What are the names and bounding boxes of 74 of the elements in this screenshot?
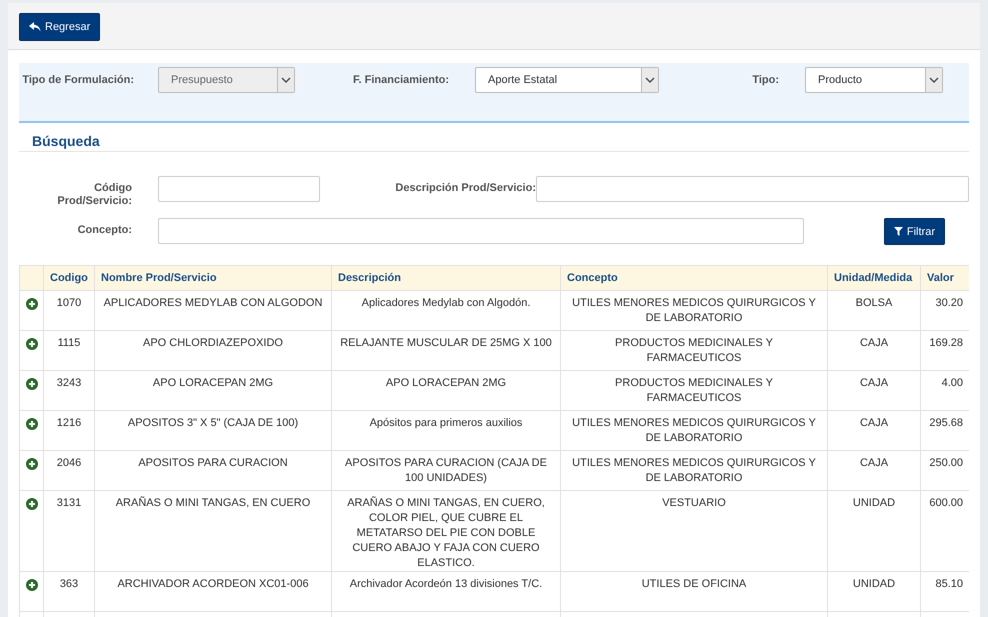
table-cell: APO CHLORDIAZEPOXIDO xyxy=(143,337,283,349)
table-cell: CAJA xyxy=(860,377,888,389)
table-cell: ARCHIVADOR ACORDEON XC01-006 xyxy=(117,578,309,590)
table-cell: 4.00 xyxy=(942,377,963,389)
field-label: Descripción Prod/Servicio: xyxy=(394,181,536,195)
caret-icon xyxy=(281,77,291,83)
column-header: Unidad/Medida xyxy=(828,266,920,290)
table-cell: UTILES MENORES MEDICOS QUIRURGICOS Y DE LABORATORIO xyxy=(572,417,816,444)
table-cell: ARAÑAS O MINI TANGAS, EN CUERO, COLOR PIEL, QUE CUBRE EL METATARSO DEL PIE CON DOBLE CUERO ABAJO Y FAJA CON CUERO ELASTICO. xyxy=(347,497,545,569)
table-cell: 295.68 xyxy=(929,417,963,429)
dropdown[interactable]: Producto xyxy=(805,67,943,93)
add-icon[interactable] xyxy=(26,298,38,310)
table-cell: APOSITOS 3" X 5" (CAJA DE 100) xyxy=(128,417,298,429)
table-cell: 2046 xyxy=(56,457,82,469)
table-cell: RELAJANTE MUSCULAR DE 25MG X 100 xyxy=(340,337,552,349)
table-cell: PRODUCTOS MEDICINALES Y FARMACEUTICOS xyxy=(615,337,773,364)
table-cell: APOSITOS PARA CURACION (CAJA DE 100 UNIDADES) xyxy=(345,457,547,484)
table-cell: CAJA xyxy=(860,457,888,469)
add-icon[interactable] xyxy=(26,458,38,470)
input-field[interactable] xyxy=(158,218,804,244)
column-header: Valor xyxy=(920,266,969,290)
table-cell: 3131 xyxy=(56,497,82,509)
caret-icon xyxy=(929,77,939,83)
table-cell: UNIDAD xyxy=(852,497,896,509)
reply-arrow-icon xyxy=(29,22,41,32)
caret-icon xyxy=(645,77,655,83)
table-cell: 30.20 xyxy=(935,297,963,309)
add-icon[interactable] xyxy=(26,378,38,390)
dropdown[interactable]: Aporte Estatal xyxy=(475,67,659,93)
input-field[interactable] xyxy=(158,176,320,202)
column-header: Concepto xyxy=(560,266,828,290)
table-cell: 363 xyxy=(60,578,78,590)
add-icon[interactable] xyxy=(26,418,38,430)
input-field[interactable] xyxy=(536,176,969,202)
table-cell: 1070 xyxy=(56,297,82,309)
table-cell: 1115 xyxy=(58,337,80,349)
table-cell: APLICADORES MEDYLAB CON ALGODON xyxy=(104,297,322,309)
table-cell: APO LORACEPAN 2MG xyxy=(152,377,274,389)
field-label: Tipo: xyxy=(751,73,780,87)
table-cell: 169.28 xyxy=(929,337,963,349)
column-header: Nombre Prod/Servicio xyxy=(94,266,332,290)
table-cell: PRODUCTOS MEDICINALES Y FARMACEUTICOS xyxy=(615,377,773,404)
table-cell: 85.10 xyxy=(935,578,963,590)
field-label: Código Prod/Servicio: xyxy=(56,181,132,208)
add-icon[interactable] xyxy=(26,498,38,510)
table-cell: ARAÑAS O MINI TANGAS, EN CUERO xyxy=(116,497,310,509)
table-cell: UTILES DE OFICINA xyxy=(642,578,746,590)
table-cell: CAJA xyxy=(860,417,888,429)
table-cell: 3243 xyxy=(56,377,82,389)
add-icon[interactable] xyxy=(26,338,38,350)
field-label: F. Financiamiento: xyxy=(352,73,450,87)
table-cell: BOLSA xyxy=(856,297,892,309)
field-label: Tipo de Formulación: xyxy=(21,73,134,87)
table-cell: 600.00 xyxy=(929,497,963,509)
table-cell: 250.00 xyxy=(929,457,963,469)
table-cell: Apósitos para primeros auxilios xyxy=(370,417,522,429)
table-cell: UTILES MENORES MEDICOS QUIRURGICOS Y DE LABORATORIO xyxy=(572,297,816,324)
table-cell: 1216 xyxy=(56,417,82,429)
add-icon[interactable] xyxy=(26,579,38,591)
filter-button[interactable]: Filtrar xyxy=(884,218,945,245)
table-cell: UNIDAD xyxy=(852,578,896,590)
field-label: Concepto: xyxy=(76,223,132,237)
table-cell: Archivador Acordeón 13 divisiones T/C. xyxy=(350,578,542,590)
table-cell: VESTUARIO xyxy=(662,497,726,509)
filter-icon xyxy=(894,227,903,236)
table-cell: UTILES MENORES MEDICOS QUIRURGICOS Y DE LABORATORIO xyxy=(572,457,816,484)
table-cell: APOSITOS PARA CURACION xyxy=(138,457,288,469)
column-header: Descripción xyxy=(332,266,560,290)
table-cell: CAJA xyxy=(860,337,888,349)
back-button[interactable]: Regresar xyxy=(19,13,100,41)
column-header: Codigo xyxy=(44,266,94,290)
section-title: Búsqueda xyxy=(19,123,969,152)
table-cell: Aplicadores Medylab con Algodón. xyxy=(362,297,530,309)
table-cell: APO LORACEPAN 2MG xyxy=(386,377,506,389)
